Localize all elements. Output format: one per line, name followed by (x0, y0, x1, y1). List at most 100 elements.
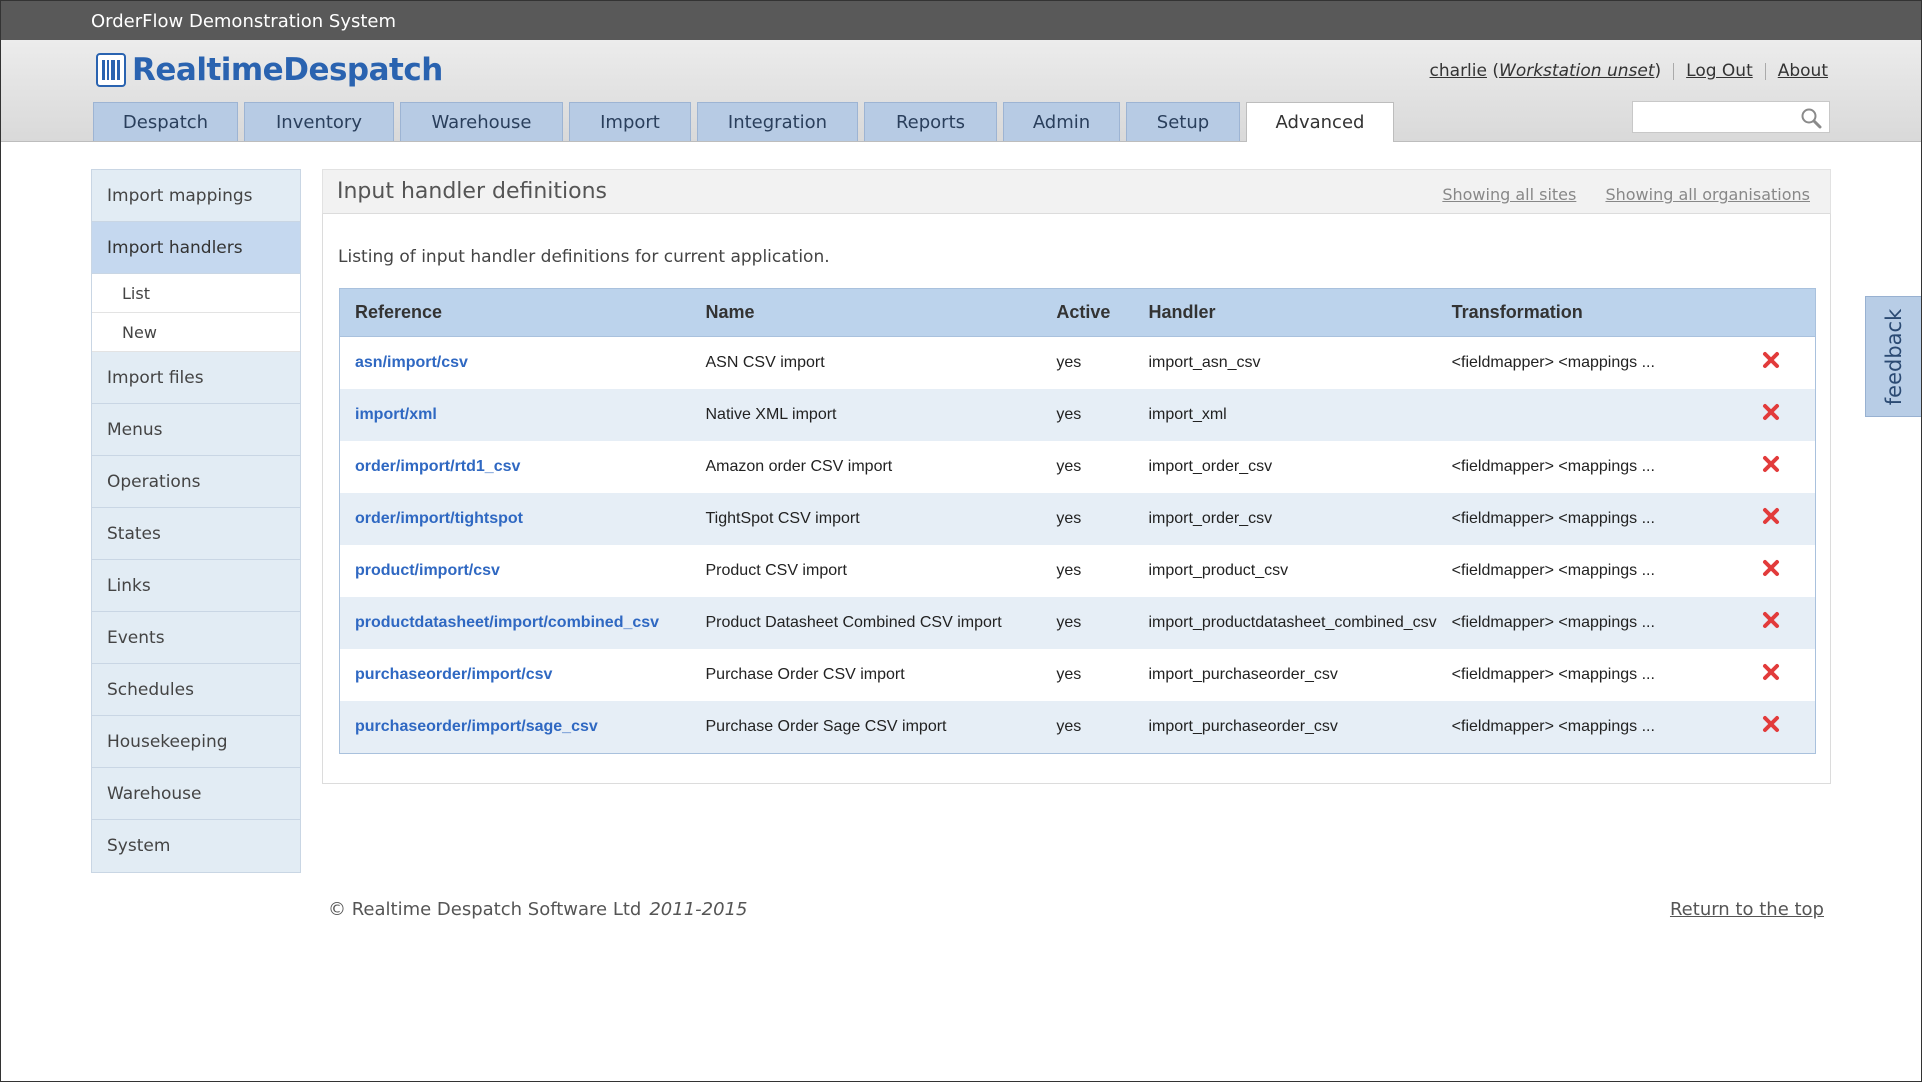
sidebar-item-operations[interactable]: Operations (92, 456, 300, 508)
system-bar: OrderFlow Demonstration System (0, 0, 1922, 41)
intro-text: Listing of input handler definitions for… (338, 247, 830, 267)
tab-import[interactable]: Import (569, 102, 691, 141)
logout-link[interactable]: Log Out (1686, 61, 1753, 81)
column-header-actions (1730, 289, 1815, 337)
handler-reference-link[interactable]: purchaseorder/import/sage_csv (355, 718, 598, 735)
actions-cell (1731, 701, 1815, 753)
copyright-years: 2011-2015 (649, 899, 748, 920)
delete-x-icon[interactable] (1761, 662, 1781, 682)
reference-cell: purchaseorder/import/csv (340, 649, 691, 701)
tab-despatch[interactable]: Despatch (93, 102, 238, 141)
transformation-preview: <fieldmapper> <mappings ... (1451, 561, 1655, 579)
logo-text: RealtimeDespatch (132, 52, 443, 88)
transformation-preview-cell: <fieldmapper> <mappings ... (1437, 701, 1731, 753)
return-to-top-link[interactable]: Return to the top (1670, 899, 1824, 920)
table-row[interactable]: import/xml Native XML import yes import_xml (340, 388, 1815, 441)
tab-admin[interactable]: Admin (1003, 102, 1120, 141)
column-header-handler[interactable]: Handler (1133, 289, 1437, 337)
sidebar-item-warehouse[interactable]: Warehouse (92, 768, 300, 820)
search-input[interactable] (1637, 102, 1801, 132)
table-row[interactable]: asn/import/csv ASN CSV import yes import_as… (340, 336, 1815, 389)
handler-type-cell: import_order_csv (1134, 493, 1437, 545)
handler-name-cell: Amazon order CSV import (691, 441, 1042, 493)
handler-name-cell: Purchase Order CSV import (691, 649, 1042, 701)
transformation-preview-cell: <fieldmapper> <mappings ... (1437, 545, 1731, 597)
handler-reference-link[interactable]: product/import/csv (355, 562, 500, 579)
sidebar-item-import-handlers[interactable]: Import handlers (92, 222, 300, 274)
showing-all-sites-link[interactable]: Showing all sites (1442, 185, 1576, 204)
reference-cell: asn/import/csv (340, 336, 691, 389)
handler-type-cell: import_asn_csv (1134, 336, 1437, 389)
system-title: OrderFlow Demonstration System (91, 11, 397, 32)
sidebar-item-import-files[interactable]: Import files (92, 352, 300, 404)
sidebar-item-states[interactable]: States (92, 508, 300, 560)
handler-reference-link[interactable]: productdatasheet/import/combined_csv (355, 614, 659, 631)
column-header-reference[interactable]: Reference (340, 289, 691, 337)
sidebar: Import mappings Import handlers List New… (91, 169, 301, 873)
active-status: yes (1056, 665, 1082, 683)
transformation-preview-cell (1437, 389, 1731, 441)
transformation-preview-cell: <fieldmapper> <mappings ... (1437, 493, 1731, 545)
sidebar-item-schedules[interactable]: Schedules (92, 664, 300, 716)
transformation-preview: <fieldmapper> <mappings ... (1451, 457, 1655, 475)
transformation-preview: <fieldmapper> <mappings ... (1451, 717, 1655, 735)
delete-x-icon[interactable] (1761, 714, 1781, 734)
delete-x-icon[interactable] (1761, 402, 1781, 422)
delete-x-icon[interactable] (1761, 610, 1781, 630)
tab-integration[interactable]: Integration (697, 102, 858, 141)
sidebar-item-menus[interactable]: Menus (92, 404, 300, 456)
sidebar-subitem-list[interactable]: List (92, 274, 300, 313)
handler-type: import_order_csv (1148, 457, 1273, 475)
active-status: yes (1056, 717, 1082, 735)
column-header-active[interactable]: Active (1041, 289, 1134, 337)
logo[interactable]: RealtimeDespatch (96, 50, 443, 90)
handler-name-cell: ASN CSV import (691, 336, 1042, 389)
transformation-preview-cell: <fieldmapper> <mappings ... (1437, 441, 1731, 493)
handler-reference-link[interactable]: import/xml (355, 406, 437, 423)
table-row[interactable]: order/import/rtd1_csv Amazon order CSV im… (340, 441, 1815, 493)
column-header-name[interactable]: Name (690, 289, 1042, 337)
handler-reference-link[interactable]: order/import/rtd1_csv (355, 458, 520, 475)
tab-inventory[interactable]: Inventory (244, 102, 394, 141)
handler-name-cell: Purchase Order Sage CSV import (691, 701, 1042, 753)
tab-warehouse[interactable]: Warehouse (400, 102, 563, 141)
table-row[interactable]: purchaseorder/import/sage_csv Purchase Or… (340, 700, 1815, 753)
sidebar-item-import-mappings[interactable]: Import mappings (92, 170, 300, 222)
delete-x-icon[interactable] (1761, 506, 1781, 526)
showing-all-organisations-link[interactable]: Showing all organisations (1605, 185, 1810, 204)
handler-reference-link[interactable]: asn/import/csv (355, 354, 468, 371)
delete-x-icon[interactable] (1761, 558, 1781, 578)
delete-x-icon[interactable] (1761, 454, 1781, 474)
table-row[interactable]: order/import/tightspot TightSpot CSV impo… (340, 492, 1815, 545)
sidebar-subitem-new[interactable]: New (92, 313, 300, 352)
active-status: yes (1056, 405, 1082, 423)
table-row[interactable]: product/import/csv Product CSV import yes i… (340, 545, 1815, 597)
handler-name: Purchase Order CSV import (705, 665, 905, 683)
tab-advanced[interactable]: Advanced (1246, 102, 1394, 142)
tab-reports[interactable]: Reports (864, 102, 997, 141)
transformation-preview: <fieldmapper> <mappings ... (1451, 509, 1655, 527)
handlers-table: Reference Name Active Handler Transforma… (339, 288, 1816, 754)
sidebar-item-events[interactable]: Events (92, 612, 300, 664)
active-status: yes (1056, 353, 1082, 371)
sidebar-item-housekeeping[interactable]: Housekeeping (92, 716, 300, 768)
user-name-link[interactable]: charlie (1430, 61, 1487, 81)
divider (1764, 62, 1766, 80)
workstation-link[interactable]: Workstation unset (1499, 61, 1654, 81)
handler-reference-link[interactable]: purchaseorder/import/csv (355, 666, 552, 683)
feedback-tab[interactable]: feedback (1865, 296, 1922, 417)
about-link[interactable]: About (1778, 61, 1828, 81)
delete-x-icon[interactable] (1761, 350, 1781, 370)
transformation-preview: <fieldmapper> <mappings ... (1451, 353, 1655, 371)
column-header-transformation[interactable]: Transformation (1436, 289, 1731, 337)
handler-type: import_asn_csv (1148, 353, 1261, 371)
sidebar-item-system[interactable]: System (92, 820, 300, 872)
sidebar-item-links[interactable]: Links (92, 560, 300, 612)
table-row[interactable]: productdatasheet/import/combined_csv Prod… (340, 596, 1815, 649)
actions-cell (1731, 545, 1815, 597)
table-row[interactable]: purchaseorder/import/csv Purchase Order C… (340, 649, 1815, 701)
tab-setup[interactable]: Setup (1126, 102, 1240, 141)
handler-reference-link[interactable]: order/import/tightspot (355, 510, 523, 527)
search-icon[interactable] (1799, 106, 1823, 130)
active-status-cell: yes (1041, 389, 1133, 441)
